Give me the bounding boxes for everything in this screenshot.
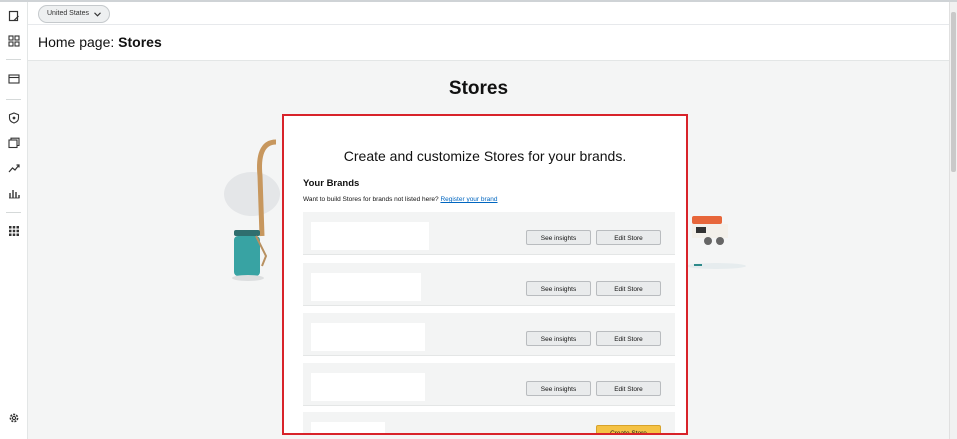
brand-logo <box>311 222 429 250</box>
jar-decoration-illustration <box>224 139 280 281</box>
your-brands-title: Your Brands <box>303 178 360 189</box>
settings-icon[interactable] <box>7 411 21 425</box>
shield-icon[interactable] <box>7 111 21 125</box>
create-store-row: Create Store <box>303 412 675 433</box>
dashboard-grid-icon[interactable] <box>7 34 21 48</box>
bar-chart-icon[interactable] <box>7 186 21 200</box>
brands-note-text: Want to build Stores for brands not list… <box>303 196 439 203</box>
brand-logo <box>311 323 425 351</box>
scrollbar-thumb[interactable] <box>951 12 956 172</box>
brand-logo <box>311 273 421 301</box>
create-store-button[interactable]: Create Store <box>596 425 661 433</box>
left-sidebar <box>0 2 28 439</box>
trend-icon[interactable] <box>7 161 21 175</box>
marketplace-selector[interactable]: United States <box>38 5 111 23</box>
edit-store-button[interactable]: Edit Store <box>596 331 661 346</box>
bookmark-icon[interactable] <box>7 9 21 23</box>
see-insights-button[interactable]: See insights <box>526 281 591 296</box>
brand-row: See insights Edit Store <box>303 313 675 356</box>
sidebar-divider <box>6 212 21 213</box>
brand-row: See insights Edit Store <box>303 363 675 406</box>
page-scrollbar[interactable] <box>949 2 957 439</box>
edit-store-button[interactable]: Edit Store <box>596 281 661 296</box>
see-insights-button[interactable]: See insights <box>526 381 591 396</box>
panel-heading: Create and customize Stores for your bra… <box>343 148 627 164</box>
brand-row: See insights Edit Store <box>303 263 675 306</box>
apps-grid-icon[interactable] <box>7 224 21 238</box>
top-bar: United States <box>28 2 949 25</box>
brands-note: Want to build Stores for brands not list… <box>303 196 498 203</box>
breadcrumb: Home page: Stores <box>38 34 162 50</box>
brand-row: See insights Edit Store <box>303 212 675 255</box>
brand-logo <box>311 373 425 401</box>
stores-brand-panel: Create and customize Stores for your bra… <box>282 114 688 435</box>
page-title: Stores <box>448 78 509 99</box>
brand-logo <box>311 422 385 433</box>
see-insights-button[interactable]: See insights <box>526 230 591 245</box>
sidebar-divider <box>6 59 21 60</box>
breadcrumb-current: Stores <box>118 34 162 50</box>
stack-icon[interactable] <box>7 136 21 150</box>
breadcrumb-prefix: Home page: <box>38 34 115 50</box>
edit-store-button[interactable]: Edit Store <box>596 230 661 245</box>
marketplace-label: United States <box>47 10 90 17</box>
register-brand-link[interactable]: Register your brand <box>440 196 497 203</box>
chevron-down-icon <box>94 11 101 17</box>
edit-store-button[interactable]: Edit Store <box>596 381 661 396</box>
see-insights-button[interactable]: See insights <box>526 331 591 346</box>
cart-toy-illustration <box>686 216 746 269</box>
